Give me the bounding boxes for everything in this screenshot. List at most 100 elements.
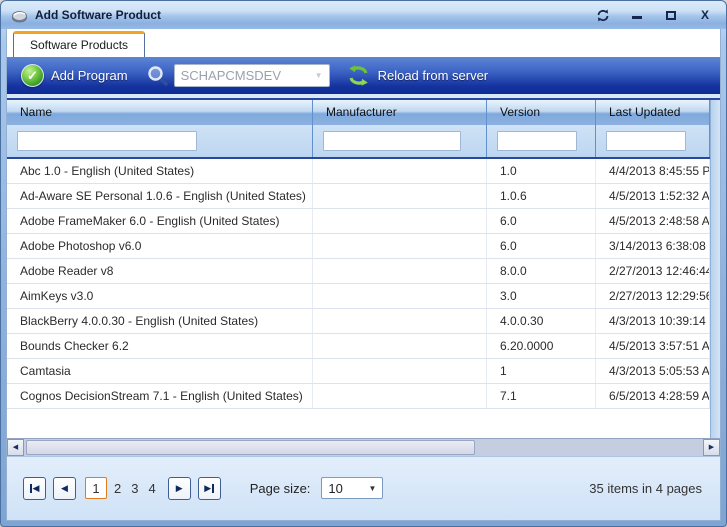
column-header-version[interactable]: Version: [487, 100, 596, 125]
cell-last-updated: 2/27/2013 12:46:44 PM: [596, 259, 710, 283]
cell-name: BlackBerry 4.0.0.30 - English (United St…: [7, 309, 313, 333]
filter-input-last-updated[interactable]: [606, 131, 686, 151]
vertical-scrollbar[interactable]: [710, 100, 720, 438]
cell-name: AimKeys v3.0: [7, 284, 313, 308]
cell-manufacturer: [313, 234, 487, 258]
cell-last-updated: 4/5/2013 3:57:51 AM: [596, 334, 710, 358]
table-row[interactable]: AimKeys v3.03.02/27/2013 12:29:56 PM: [7, 284, 710, 309]
server-combobox-value: SCHAPCMSDEV: [181, 68, 311, 83]
search-icon: [146, 64, 170, 88]
cell-last-updated: 4/5/2013 1:52:32 AM: [596, 184, 710, 208]
window-title: Add Software Product: [35, 8, 161, 22]
table-row[interactable]: Adobe Reader v8 8.0.02/27/2013 12:46:44 P…: [7, 259, 710, 284]
close-icon: X: [701, 9, 709, 21]
filter-cell-last-updated: [596, 125, 710, 157]
prev-page-button[interactable]: ◀: [53, 477, 76, 500]
cell-version: 3.0: [487, 284, 596, 308]
scroll-left-button[interactable]: ◀: [7, 439, 24, 456]
horizontal-scrollbar: ◀ ▶: [7, 438, 720, 456]
filter-input-name[interactable]: [17, 131, 197, 151]
cell-last-updated: 4/5/2013 2:48:58 AM: [596, 209, 710, 233]
refresh-icon: [346, 64, 371, 87]
last-page-button[interactable]: ▶: [198, 477, 221, 500]
cell-name: Ad-Aware SE Personal 1.0.6 - English (Un…: [7, 184, 313, 208]
server-combobox[interactable]: SCHAPCMSDEV ▼: [174, 64, 330, 87]
tab-strip: Software Products: [7, 29, 720, 57]
table-row[interactable]: Ad-Aware SE Personal 1.0.6 - English (Un…: [7, 184, 710, 209]
maximize-button[interactable]: [662, 7, 680, 23]
filter-cell-version: [487, 125, 596, 157]
table-row[interactable]: Abc 1.0 - English (United States)1.04/4/…: [7, 159, 710, 184]
cell-manufacturer: [313, 359, 487, 383]
cell-manufacturer: [313, 159, 487, 183]
cell-name: Cognos DecisionStream 7.1 - English (Uni…: [7, 384, 313, 408]
cell-version: 6.0: [487, 234, 596, 258]
toolbar: ✓ Add Program SCHAPCMSDEV ▼: [7, 57, 720, 94]
pager-bar: ◀ ◀ 1234 ▶ ▶ Page size: 10 ▼ 35 items in…: [7, 456, 720, 521]
table-row[interactable]: BlackBerry 4.0.0.30 - English (United St…: [7, 309, 710, 334]
table-row[interactable]: Adobe Photoshop v6.0 6.03/14/2013 6:38:08…: [7, 234, 710, 259]
cell-last-updated: 4/3/2013 5:05:53 AM: [596, 359, 710, 383]
grid-filter-row: [7, 125, 710, 159]
cell-last-updated: 4/3/2013 10:39:14 PM: [596, 309, 710, 333]
close-button[interactable]: X: [696, 7, 714, 23]
prev-page-icon: ◀: [61, 483, 68, 494]
chevron-down-icon: ▼: [315, 71, 323, 80]
sync-icon[interactable]: [594, 7, 612, 23]
arrow-left-icon: ◀: [13, 443, 18, 451]
cell-manufacturer: [313, 384, 487, 408]
filter-input-version[interactable]: [497, 131, 577, 151]
column-header-last-updated[interactable]: Last Updated: [596, 100, 710, 125]
page-size-value: 10: [328, 481, 368, 496]
content-area: Software Products ✓ Add Program SCHAPCMS…: [6, 29, 721, 521]
cell-version: 1.0: [487, 159, 596, 183]
cell-name: Bounds Checker 6.2: [7, 334, 313, 358]
cell-name: Adobe Reader v8: [7, 259, 313, 283]
grid: NameManufacturerVersionLast Updated Abc …: [7, 98, 720, 438]
cell-version: 6.20.0000: [487, 334, 596, 358]
column-header-manufacturer[interactable]: Manufacturer: [313, 100, 487, 125]
cell-version: 6.0: [487, 209, 596, 233]
reload-label: Reload from server: [378, 68, 489, 83]
add-program-label: Add Program: [51, 68, 128, 83]
table-row[interactable]: Adobe FrameMaker 6.0 - English (United S…: [7, 209, 710, 234]
page-number[interactable]: 3: [126, 481, 143, 496]
first-page-button[interactable]: ◀: [23, 477, 46, 500]
column-header-name[interactable]: Name: [7, 100, 313, 125]
scroll-right-button[interactable]: ▶: [703, 439, 720, 456]
scrollbar-track[interactable]: [475, 439, 703, 456]
page-number-list: 1234: [83, 477, 161, 499]
page-size-combobox[interactable]: 10 ▼: [321, 477, 383, 499]
table-row[interactable]: Bounds Checker 6.2 6.20.00004/5/2013 3:57…: [7, 334, 710, 359]
add-program-button[interactable]: ✓ Add Program: [17, 62, 132, 89]
reload-from-server-button[interactable]: Reload from server: [342, 62, 493, 89]
cell-name: Adobe Photoshop v6.0: [7, 234, 313, 258]
cell-manufacturer: [313, 184, 487, 208]
page-number[interactable]: 4: [143, 481, 160, 496]
cell-manufacturer: [313, 209, 487, 233]
titlebar: Add Software Product X: [1, 1, 726, 29]
grid-rows: Abc 1.0 - English (United States)1.04/4/…: [7, 159, 710, 409]
app-icon: [11, 8, 28, 23]
cell-version: 8.0.0: [487, 259, 596, 283]
table-row[interactable]: Camtasia14/3/2013 5:05:53 AM: [7, 359, 710, 384]
filter-cell-manufacturer: [313, 125, 487, 157]
tab-software-products[interactable]: Software Products: [13, 31, 145, 57]
scrollbar-thumb[interactable]: [26, 440, 475, 455]
check-circle-icon: ✓: [21, 64, 44, 87]
table-row[interactable]: Cognos DecisionStream 7.1 - English (Uni…: [7, 384, 710, 409]
page-number-current[interactable]: 1: [85, 477, 107, 499]
minimize-button[interactable]: [628, 7, 646, 23]
cell-name: Adobe FrameMaker 6.0 - English (United S…: [7, 209, 313, 233]
cell-manufacturer: [313, 259, 487, 283]
page-number[interactable]: 2: [109, 481, 126, 496]
cell-version: 4.0.0.30: [487, 309, 596, 333]
filter-cell-name: [7, 125, 313, 157]
cell-last-updated: 3/14/2013 6:38:08 PM: [596, 234, 710, 258]
last-page-icon: [212, 484, 214, 493]
chevron-down-icon: ▼: [368, 484, 376, 493]
filter-input-manufacturer[interactable]: [323, 131, 461, 151]
next-page-button[interactable]: ▶: [168, 477, 191, 500]
grid-header-row: NameManufacturerVersionLast Updated: [7, 100, 710, 125]
cell-last-updated: 6/5/2013 4:28:59 AM: [596, 384, 710, 408]
